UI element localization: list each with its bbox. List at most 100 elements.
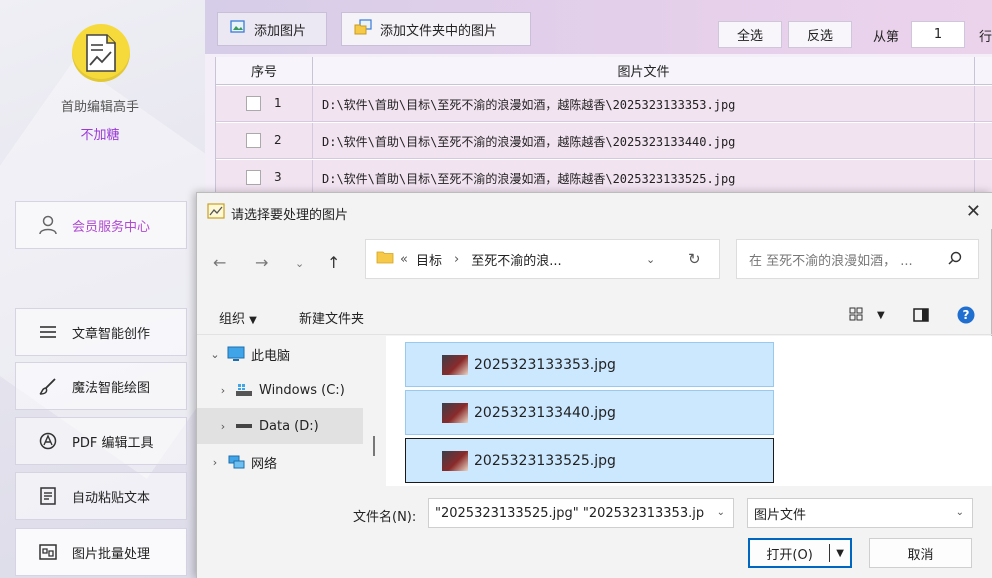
row-unit-label: 行 <box>979 30 992 45</box>
filename-label: 文件名(N): <box>353 510 417 525</box>
app-logo <box>72 24 130 82</box>
image-thumbnail <box>442 450 468 471</box>
add-folder-images-button[interactable]: 添加文件夹中的图片 <box>341 12 531 46</box>
organize-label: 组织 <box>219 312 246 327</box>
app-name: 首助编辑高手 <box>60 100 139 115</box>
select-all-button[interactable]: 全选 <box>718 21 782 48</box>
folder-icon <box>376 250 394 268</box>
from-row-input[interactable]: 1 <box>911 21 965 48</box>
refresh-icon[interactable]: ↻ <box>688 250 701 268</box>
search-icon[interactable] <box>948 251 962 269</box>
member-center-label: 会员服务中心 <box>72 219 151 235</box>
cancel-button[interactable]: 取消 <box>869 538 972 568</box>
menu-lines-icon <box>38 322 58 342</box>
network-icon <box>225 454 247 470</box>
filetype-select[interactable]: 图片文件 ⌄ <box>747 498 973 528</box>
tree-scrollbar[interactable] <box>373 436 375 456</box>
chart-document-icon <box>86 34 116 72</box>
dialog-title: 请选择要处理的图片 <box>231 208 349 223</box>
view-grid-icon[interactable] <box>849 307 863 325</box>
row-index: 3 <box>274 170 282 184</box>
column-divider <box>312 123 313 159</box>
row-checkbox[interactable] <box>246 133 261 148</box>
open-button[interactable]: 打开(O) ▼ <box>748 538 852 568</box>
column-header-index[interactable]: 序号 <box>216 57 313 85</box>
row-checkbox[interactable] <box>246 170 261 185</box>
chevron-right-icon[interactable]: › <box>213 384 233 397</box>
new-folder-button[interactable]: 新建文件夹 <box>299 308 364 327</box>
sidebar-item-pdf[interactable]: PDF 编辑工具 <box>15 417 187 465</box>
row-file-path: D:\软件\首助\目标\至死不渝的浪漫如酒，越陈越香\2025323133440… <box>322 135 736 149</box>
file-item[interactable]: 2025323133525.jpg <box>405 438 774 483</box>
chevron-right-icon[interactable]: › <box>213 420 233 433</box>
tree-item-this-pc[interactable]: ⌄ 此电脑 <box>197 336 363 372</box>
organize-menu[interactable]: 组织 ▼ <box>219 308 257 327</box>
chevron-right-icon[interactable]: › <box>205 456 225 469</box>
image-thumbnail <box>442 354 468 375</box>
sidebar-item-article[interactable]: 文章智能创作 <box>15 308 187 356</box>
filename-input[interactable]: "2025323133525.jpg" "202532313353.jp ⌄ <box>428 498 734 528</box>
column-header-extra <box>975 57 992 85</box>
navigation-tree: ⌄ 此电脑 › Windows (C:) › Data (D:) › 网络 <box>197 336 384 486</box>
row-checkbox[interactable] <box>246 96 261 111</box>
dialog-titlebar[interactable]: 请选择要处理的图片 ✕ <box>197 193 992 229</box>
command-bar: 组织 ▼ 新建文件夹 ▼ ? <box>197 297 992 335</box>
breadcrumb-target[interactable]: 目标 <box>416 250 442 269</box>
column-divider <box>974 160 975 196</box>
tree-item-label: Data (D:) <box>259 418 319 434</box>
sidebar-item-drawing[interactable]: 魔法智能绘图 <box>15 362 187 410</box>
member-center-button[interactable]: 会员服务中心 <box>15 201 187 249</box>
tree-item-label: 此电脑 <box>251 348 291 364</box>
view-options-caret-icon[interactable]: ▼ <box>877 310 885 321</box>
add-folder-images-label: 添加文件夹中的图片 <box>380 23 498 39</box>
row-index: 1 <box>274 96 282 110</box>
sidebar-item-image-batch[interactable]: 图片批量处理 <box>15 528 187 576</box>
back-arrow-icon[interactable]: ← <box>213 253 226 272</box>
forward-arrow-icon[interactable]: → <box>255 253 268 272</box>
up-arrow-icon[interactable]: ↑ <box>327 253 340 272</box>
filename-history-chevron-icon[interactable]: ⌄ <box>712 507 725 518</box>
add-image-label: 添加图片 <box>254 23 307 39</box>
from-row-label: 从第 <box>873 30 900 45</box>
table-row[interactable]: 2 D:\软件\首助\目标\至死不渝的浪漫如酒，越陈越香\20253231334… <box>216 123 992 159</box>
add-image-button[interactable]: 添加图片 <box>217 12 327 46</box>
preview-pane-icon[interactable] <box>913 308 929 326</box>
column-divider <box>312 160 313 196</box>
address-overflow[interactable]: « <box>400 252 408 267</box>
breadcrumb-current-folder[interactable]: 至死不渝的浪... <box>471 250 561 269</box>
search-input[interactable]: 在 至死不渝的浪漫如酒， ... <box>736 239 979 279</box>
tree-item-data-d[interactable]: › Data (D:) <box>197 408 363 444</box>
sidebar-item-label: 自动粘贴文本 <box>72 490 151 506</box>
file-name: 2025323133525.jpg <box>474 452 616 469</box>
file-item[interactable]: 2025323133353.jpg <box>405 342 774 387</box>
file-list: 2025323133353.jpg 2025323133440.jpg 2025… <box>386 336 992 486</box>
search-placeholder: 在 至死不渝的浪漫如酒， ... <box>749 253 913 269</box>
file-item[interactable]: 2025323133440.jpg <box>405 390 774 435</box>
row-index: 2 <box>274 133 282 147</box>
table-row[interactable]: 1 D:\软件\首助\目标\至死不渝的浪漫如酒，越陈越香\20253231333… <box>216 86 992 122</box>
row-file-path: D:\软件\首助\目标\至死不渝的浪漫如酒，越陈越香\2025323133353… <box>322 98 736 112</box>
sidebar-item-label: 魔法智能绘图 <box>72 380 151 396</box>
help-icon[interactable]: ? <box>957 306 975 328</box>
table-row[interactable]: 3 D:\软件\首助\目标\至死不渝的浪漫如酒，越陈越香\20253231335… <box>216 160 992 196</box>
tree-item-windows-c[interactable]: › Windows (C:) <box>197 372 363 408</box>
app-subtitle[interactable]: 不加糖 <box>0 124 200 143</box>
folder-images-icon <box>354 19 372 39</box>
chevron-down-icon: ⌄ <box>955 507 964 518</box>
column-header-file[interactable]: 图片文件 <box>313 57 975 85</box>
address-dropdown-chevron-icon[interactable]: ⌄ <box>646 253 655 266</box>
chevron-down-icon[interactable]: ⌄ <box>205 348 225 361</box>
tree-item-network[interactable]: › 网络 <box>197 444 363 480</box>
close-icon[interactable]: ✕ <box>966 201 981 222</box>
filename-value: "2025323133525.jpg" "202532313353.jp <box>435 505 705 521</box>
drive-icon <box>233 422 255 430</box>
sidebar-item-label: PDF 编辑工具 <box>72 435 154 451</box>
file-name: 2025323133353.jpg <box>474 356 616 373</box>
sidebar-item-paste[interactable]: 自动粘贴文本 <box>15 472 187 520</box>
recent-locations-chevron-icon[interactable]: ⌄ <box>295 257 304 270</box>
address-bar[interactable]: « 目标 › 至死不渝的浪... ⌄ ↻ <box>365 239 720 279</box>
column-divider <box>312 86 313 122</box>
sidebar: 首助编辑高手 不加糖 会员服务中心 文章智能创作 魔法智能绘图 PDF 编辑工具… <box>0 0 205 578</box>
invert-selection-button[interactable]: 反选 <box>788 21 852 48</box>
open-dropdown-caret-icon[interactable]: ▼ <box>830 548 850 559</box>
